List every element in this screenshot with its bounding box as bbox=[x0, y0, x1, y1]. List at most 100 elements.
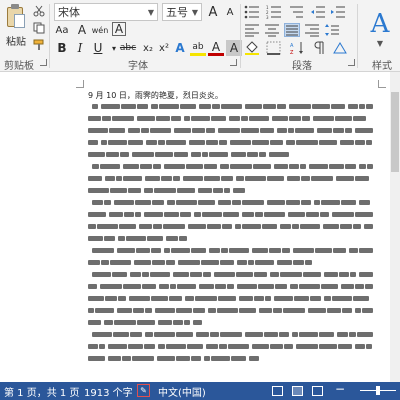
multilevel-list-icon bbox=[290, 6, 303, 18]
subscript-icon: x₂ bbox=[143, 42, 153, 54]
strikethrough-button[interactable]: abc bbox=[118, 40, 138, 56]
paragraph-launcher-icon[interactable] bbox=[348, 59, 355, 66]
text-line[interactable] bbox=[88, 234, 373, 243]
asian-layout-button[interactable] bbox=[332, 41, 348, 55]
text-line[interactable] bbox=[88, 150, 373, 159]
text-effects-button[interactable]: A bbox=[172, 40, 188, 56]
word-count[interactable]: 1913 个字 bbox=[84, 384, 133, 399]
font-size-combobox[interactable]: 五号 ▼ bbox=[162, 3, 202, 21]
chevron-down-icon: ▾ bbox=[111, 43, 116, 53]
phonetic-guide-button[interactable]: wén bbox=[92, 22, 109, 38]
highlight-button[interactable]: ab bbox=[190, 40, 206, 56]
styles-gallery-button[interactable]: A ▼ bbox=[361, 2, 399, 54]
language-indicator[interactable]: 中文(中国) bbox=[158, 384, 206, 399]
shrink-font-button[interactable]: A bbox=[222, 4, 238, 20]
document-date-line[interactable]: 9 月 10 日，雨霁的艳夏，烈日炎炎。 bbox=[88, 90, 223, 101]
clipboard-launcher-icon[interactable] bbox=[40, 59, 47, 66]
sort-button[interactable]: AZ bbox=[290, 41, 306, 56]
chevron-down-icon[interactable]: ▼ bbox=[145, 4, 157, 20]
superscript-button[interactable]: x² bbox=[156, 40, 172, 56]
text-line[interactable] bbox=[88, 138, 373, 147]
align-right-button[interactable] bbox=[304, 23, 320, 37]
character-border-button[interactable]: A bbox=[112, 22, 126, 36]
text-line[interactable] bbox=[88, 174, 373, 183]
align-center-button[interactable] bbox=[264, 23, 280, 37]
text-line[interactable] bbox=[88, 318, 373, 327]
text-line[interactable] bbox=[88, 282, 373, 291]
styles-group-label: 样式 bbox=[372, 61, 392, 72]
italic-icon: I bbox=[77, 41, 83, 55]
grow-font-icon: A bbox=[208, 4, 218, 20]
font-color-button[interactable]: A bbox=[208, 40, 224, 56]
change-case-icon: Aa bbox=[55, 24, 69, 36]
text-line[interactable] bbox=[88, 342, 373, 351]
paste-icon bbox=[5, 4, 27, 30]
print-layout-icon[interactable] bbox=[292, 386, 303, 396]
web-layout-icon[interactable] bbox=[312, 386, 323, 396]
style-preview-icon: A bbox=[370, 8, 390, 39]
document-page[interactable]: 9 月 10 日，雨霁的艳夏，烈日炎炎。 bbox=[76, 80, 386, 380]
crop-mark bbox=[76, 80, 84, 88]
scrollbar-thumb[interactable] bbox=[391, 92, 399, 172]
document-body-text[interactable] bbox=[88, 102, 373, 366]
paste-button[interactable]: 粘贴 bbox=[2, 2, 30, 52]
underline-button[interactable]: U bbox=[90, 40, 106, 56]
justify-button[interactable] bbox=[284, 23, 300, 37]
clear-format-button[interactable]: A bbox=[74, 22, 90, 38]
text-line[interactable] bbox=[88, 114, 373, 123]
text-line[interactable] bbox=[88, 330, 373, 339]
text-line[interactable] bbox=[88, 306, 373, 315]
zoom-slider-thumb[interactable] bbox=[376, 386, 380, 395]
align-left-icon bbox=[245, 24, 259, 37]
decrease-indent-button[interactable] bbox=[310, 5, 326, 19]
multilevel-list-button[interactable] bbox=[288, 5, 304, 19]
text-line[interactable] bbox=[88, 186, 373, 195]
text-line[interactable] bbox=[88, 294, 373, 303]
superscript-icon: x² bbox=[159, 42, 169, 54]
line-spacing-button[interactable] bbox=[324, 23, 340, 37]
text-line[interactable] bbox=[88, 210, 373, 219]
cut-button[interactable] bbox=[32, 4, 46, 18]
change-case-button[interactable]: Aa bbox=[54, 22, 70, 38]
chevron-down-icon[interactable]: ▼ bbox=[189, 4, 201, 20]
text-line[interactable] bbox=[88, 258, 373, 267]
zoom-out-icon[interactable]: − bbox=[335, 382, 345, 396]
text-line[interactable] bbox=[88, 162, 373, 171]
increase-indent-button[interactable] bbox=[330, 5, 346, 19]
align-left-button[interactable] bbox=[244, 23, 260, 37]
show-marks-button[interactable] bbox=[312, 41, 328, 55]
numbered-list-icon: 123 bbox=[266, 5, 281, 20]
svg-text:Z: Z bbox=[290, 50, 294, 55]
text-line[interactable] bbox=[88, 354, 373, 363]
align-right-icon bbox=[305, 24, 319, 37]
font-name-combobox[interactable]: 宋体 ▼ bbox=[54, 3, 158, 21]
document-area[interactable]: 9 月 10 日，雨霁的艳夏，烈日炎炎。 bbox=[0, 72, 400, 382]
text-line[interactable] bbox=[88, 198, 373, 207]
increase-indent-icon bbox=[331, 6, 345, 18]
proofing-icon[interactable]: ✎ bbox=[137, 384, 150, 397]
borders-button[interactable] bbox=[266, 41, 282, 55]
copy-button[interactable] bbox=[32, 21, 46, 35]
bold-button[interactable]: B bbox=[54, 40, 70, 56]
subscript-button[interactable]: x₂ bbox=[140, 40, 156, 56]
shading-button[interactable] bbox=[244, 41, 260, 55]
font-launcher-icon[interactable] bbox=[230, 59, 237, 66]
line-spacing-icon bbox=[325, 24, 339, 36]
bullets-button[interactable] bbox=[244, 5, 260, 19]
align-center-icon bbox=[265, 24, 279, 37]
clipboard-group-label: 剪贴板 bbox=[4, 61, 34, 72]
text-line[interactable] bbox=[88, 102, 373, 111]
decrease-indent-icon bbox=[311, 6, 325, 18]
numbering-button[interactable]: 123 bbox=[266, 5, 282, 20]
text-line[interactable] bbox=[88, 126, 373, 135]
read-mode-icon[interactable] bbox=[272, 386, 283, 396]
format-painter-button[interactable] bbox=[32, 38, 46, 52]
text-line[interactable] bbox=[88, 246, 373, 255]
text-line[interactable] bbox=[88, 270, 373, 279]
text-line[interactable] bbox=[88, 222, 373, 231]
vertical-scrollbar[interactable] bbox=[390, 72, 400, 382]
grow-font-button[interactable]: A bbox=[205, 4, 221, 20]
italic-button[interactable]: I bbox=[72, 40, 88, 56]
page-count[interactable]: 第 1 页，共 1 页 bbox=[4, 384, 79, 399]
bullet-list-icon bbox=[244, 5, 259, 19]
